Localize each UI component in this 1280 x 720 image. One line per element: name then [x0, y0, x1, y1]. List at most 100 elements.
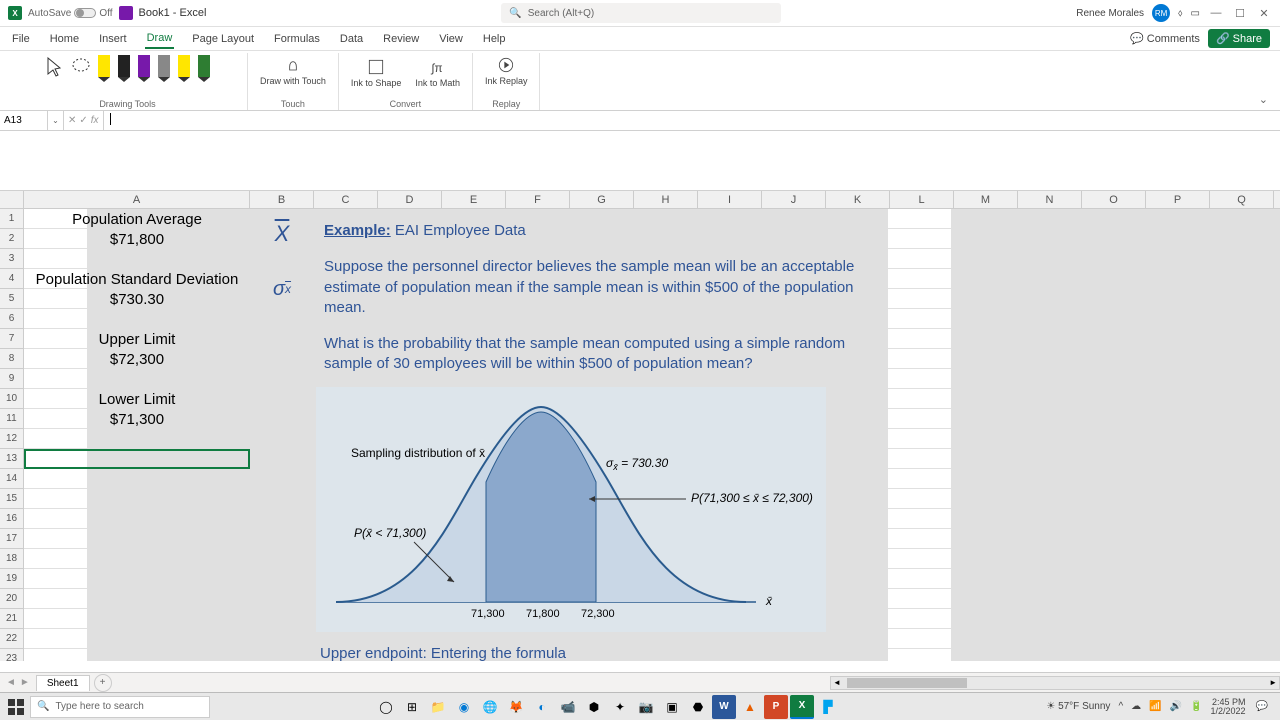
autosave-toggle[interactable]: AutoSave Off	[28, 8, 113, 19]
row-header[interactable]: 21	[0, 609, 23, 629]
col-header-q[interactable]: Q	[1210, 191, 1274, 208]
menu-page-layout[interactable]: Page Layout	[190, 30, 256, 48]
row-header[interactable]: 7	[0, 329, 23, 349]
app-icon-4[interactable]: ▣	[660, 695, 684, 719]
row-header[interactable]: 1	[0, 209, 23, 229]
word-icon[interactable]: W	[712, 695, 736, 719]
cell-a1[interactable]: Population Average	[24, 209, 250, 229]
taskbar-search[interactable]: 🔍Type here to search	[30, 696, 210, 718]
app-icon-6[interactable]: ▛	[816, 695, 840, 719]
name-box[interactable]: A13	[0, 111, 48, 130]
col-header-e[interactable]: E	[442, 191, 506, 208]
col-header-c[interactable]: C	[314, 191, 378, 208]
collapse-ribbon-icon[interactable]: ⌄	[1259, 93, 1268, 106]
cell-a2[interactable]: $71,800	[24, 229, 250, 249]
menu-draw[interactable]: Draw	[145, 29, 175, 49]
share-button[interactable]: 🔗 Share	[1208, 29, 1270, 48]
row-header[interactable]: 8	[0, 349, 23, 369]
spreadsheet-grid[interactable]: A B C D E F G H I J K L M N O P Q 1 2 3 …	[0, 191, 1280, 661]
select-tool[interactable]	[43, 55, 67, 79]
col-header-f[interactable]: F	[506, 191, 570, 208]
system-clock[interactable]: 2:45 PM 1/2/2022	[1211, 698, 1248, 716]
app-icon[interactable]: ◐	[530, 695, 554, 719]
close-button[interactable]: ✕	[1256, 7, 1272, 20]
col-header-d[interactable]: D	[378, 191, 442, 208]
ink-to-shape-button[interactable]: Ink to Shape	[345, 55, 408, 91]
row-header[interactable]: 10	[0, 389, 23, 409]
row-header[interactable]: 9	[0, 369, 23, 389]
cell-b1[interactable]: X	[250, 214, 314, 254]
cell-a4[interactable]: Population Standard Deviation	[24, 269, 250, 289]
pen-green[interactable]	[195, 55, 213, 89]
row-header[interactable]: 5	[0, 289, 23, 309]
draw-with-touch-button[interactable]: Draw with Touch	[254, 53, 332, 89]
col-header-i[interactable]: I	[698, 191, 762, 208]
col-header-m[interactable]: M	[954, 191, 1018, 208]
search-input[interactable]: 🔍 Search (Alt+Q)	[501, 3, 781, 23]
sheet-tab-sheet1[interactable]: Sheet1	[36, 675, 90, 691]
chrome-icon[interactable]: 🌐	[478, 695, 502, 719]
task-view-icon[interactable]: ◯	[374, 695, 398, 719]
edge-icon[interactable]: ◉	[452, 695, 476, 719]
sheet-prev-icon[interactable]: ◄	[6, 677, 16, 688]
col-header-o[interactable]: O	[1082, 191, 1146, 208]
menu-review[interactable]: Review	[381, 30, 421, 48]
firefox-icon[interactable]: 🦊	[504, 695, 528, 719]
col-header-g[interactable]: G	[570, 191, 634, 208]
row-header[interactable]: 12	[0, 429, 23, 449]
row-header[interactable]: 16	[0, 509, 23, 529]
col-header-k[interactable]: K	[826, 191, 890, 208]
row-header[interactable]: 13	[0, 449, 23, 469]
col-header-j[interactable]: J	[762, 191, 826, 208]
menu-help[interactable]: Help	[481, 30, 508, 48]
fx-icon[interactable]: fx	[91, 115, 99, 126]
menu-insert[interactable]: Insert	[97, 30, 129, 48]
cell-b4[interactable]: σx	[250, 269, 314, 309]
volume-icon[interactable]: 🔊	[1170, 701, 1182, 712]
col-header-a[interactable]: A	[24, 191, 250, 208]
row-header[interactable]: 18	[0, 549, 23, 569]
cell-a10[interactable]: Lower Limit	[24, 389, 250, 409]
col-header-p[interactable]: P	[1146, 191, 1210, 208]
cell-a11[interactable]: $71,300	[24, 409, 250, 429]
row-header[interactable]: 17	[0, 529, 23, 549]
col-header-h[interactable]: H	[634, 191, 698, 208]
add-sheet-button[interactable]: +	[94, 674, 112, 692]
lasso-tool[interactable]	[69, 55, 93, 79]
coming-soon-icon[interactable]: ⬨	[1178, 8, 1183, 19]
tray-chevron-icon[interactable]: ^	[1118, 701, 1123, 712]
horizontal-scrollbar[interactable]: ◄ ►	[830, 676, 1280, 690]
file-explorer-icon[interactable]: 📁	[426, 695, 450, 719]
select-all-corner[interactable]	[0, 191, 24, 208]
menu-formulas[interactable]: Formulas	[272, 30, 322, 48]
row-header[interactable]: 2	[0, 229, 23, 249]
row-header[interactable]: 3	[0, 249, 23, 269]
menu-home[interactable]: Home	[48, 30, 81, 48]
sheet-next-icon[interactable]: ►	[20, 677, 30, 688]
zoom-icon[interactable]: 📹	[556, 695, 580, 719]
pen-yellow-highlighter[interactable]	[95, 55, 113, 89]
row-header[interactable]: 23	[0, 649, 23, 661]
app-icon-2[interactable]: ⬢	[582, 695, 606, 719]
pen-black[interactable]	[115, 55, 133, 89]
wifi-icon[interactable]: 📶	[1149, 701, 1161, 712]
row-header[interactable]: 20	[0, 589, 23, 609]
cell-a8[interactable]: $72,300	[24, 349, 250, 369]
col-header-n[interactable]: N	[1018, 191, 1082, 208]
col-header-b[interactable]: B	[250, 191, 314, 208]
row-header[interactable]: 6	[0, 309, 23, 329]
pen-purple[interactable]	[135, 55, 153, 89]
col-header-l[interactable]: L	[890, 191, 954, 208]
name-box-dropdown[interactable]: ⌄	[48, 111, 64, 130]
row-header[interactable]: 22	[0, 629, 23, 649]
onedrive-icon[interactable]: ☁	[1131, 701, 1141, 712]
ink-to-math-button[interactable]: ∫π Ink to Math	[409, 55, 466, 91]
row-header[interactable]: 15	[0, 489, 23, 509]
menu-file[interactable]: File	[10, 30, 32, 48]
comments-button[interactable]: 💬 Comments	[1130, 32, 1200, 45]
enter-icon[interactable]: ✓	[79, 115, 87, 126]
cancel-icon[interactable]: ✕	[68, 115, 76, 126]
ink-replay-button[interactable]: Ink Replay	[479, 53, 534, 89]
row-header[interactable]: 14	[0, 469, 23, 489]
maximize-button[interactable]: ☐	[1232, 7, 1248, 20]
